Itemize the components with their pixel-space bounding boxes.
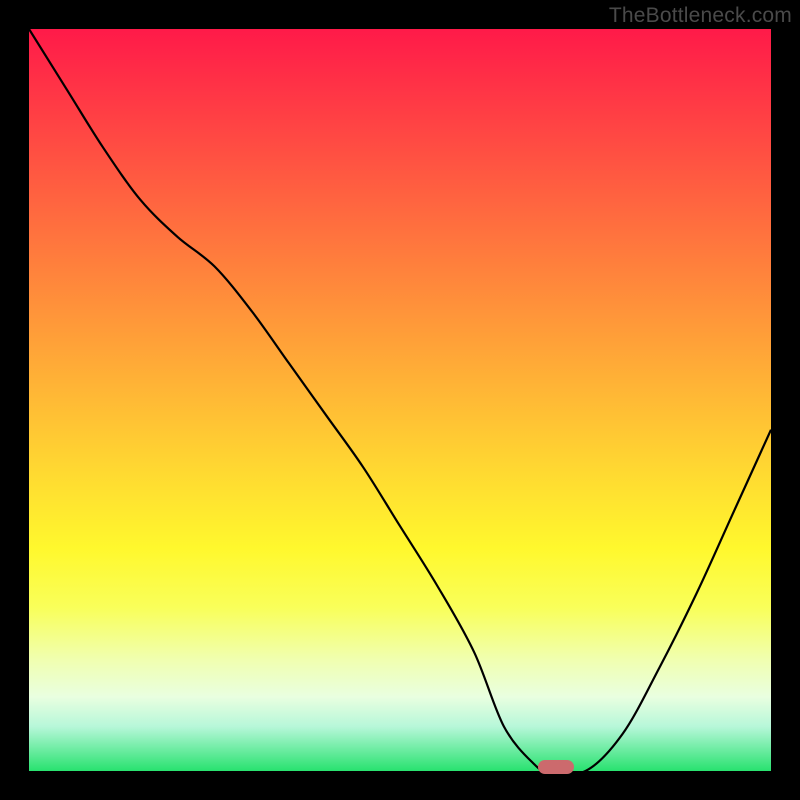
chart-plot-area — [29, 29, 771, 771]
optimal-marker — [538, 760, 574, 774]
watermark-text: TheBottleneck.com — [609, 4, 792, 28]
